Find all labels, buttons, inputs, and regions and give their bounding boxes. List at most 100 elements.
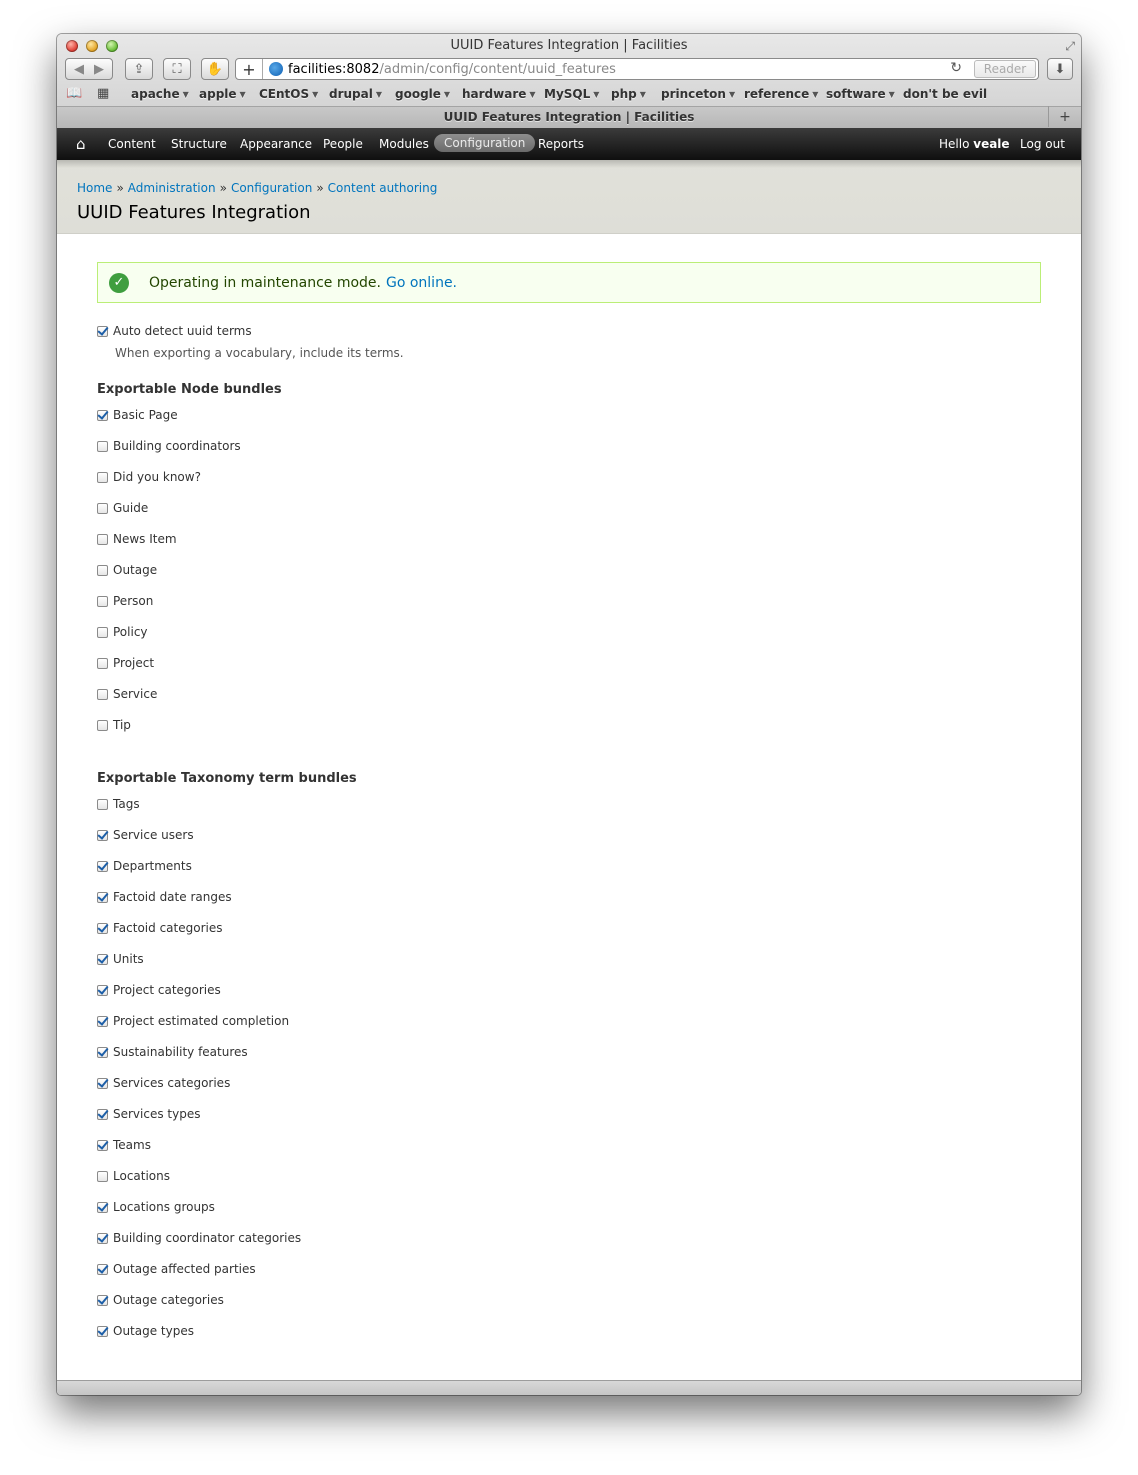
node-bundle-checkbox-building-coordinators[interactable]: [97, 441, 108, 452]
new-tab-icon[interactable]: +: [1048, 106, 1081, 127]
taxonomy-bundle-label: Tags: [113, 797, 140, 811]
bookmark-label: apple: [199, 87, 237, 101]
tab-current[interactable]: UUID Features Integration | Facilities: [57, 110, 1081, 124]
taxonomy-bundle-checkbox-factoid-categories[interactable]: [97, 923, 108, 934]
status-bar: [57, 1380, 1081, 1395]
bookmark-hardware[interactable]: hardware ▼: [462, 87, 536, 101]
taxonomy-bundle-checkbox-tags[interactable]: [97, 799, 108, 810]
bookmark-label: don't be evil: [903, 87, 988, 101]
node-bundle-label: Outage: [113, 563, 158, 577]
breadcrumb-content-authoring[interactable]: Content authoring: [328, 181, 438, 195]
logout-link[interactable]: Log out: [1020, 137, 1065, 151]
forward-icon[interactable]: ▶: [94, 62, 104, 77]
taxonomy-bundle-checkbox-project-categories[interactable]: [97, 985, 108, 996]
taxonomy-bundle-label: Outage affected parties: [113, 1262, 256, 1276]
bookmark-php[interactable]: php ▼: [611, 87, 646, 101]
node-bundle-row-tip: Tip: [97, 716, 131, 734]
admin-menu-configuration[interactable]: Configuration: [434, 134, 536, 152]
taxonomy-bundle-checkbox-units[interactable]: [97, 954, 108, 965]
taxonomy-bundle-checkbox-services-types[interactable]: [97, 1109, 108, 1120]
admin-menu-structure[interactable]: Structure: [171, 137, 227, 151]
username-link[interactable]: veale: [973, 137, 1009, 151]
breadcrumb-home[interactable]: Home: [77, 181, 112, 195]
home-icon[interactable]: ⌂: [76, 135, 86, 153]
breadcrumb-configuration[interactable]: Configuration: [231, 181, 312, 195]
admin-menu-content[interactable]: Content: [108, 137, 156, 151]
bookmark-princeton[interactable]: princeton ▼: [661, 87, 735, 101]
node-bundle-row-outage: Outage: [97, 561, 157, 579]
bookmark-apple[interactable]: apple ▼: [199, 87, 246, 101]
browser-chrome: UUID Features Integration | Facilities ⤢…: [57, 34, 1081, 129]
bookmark-google[interactable]: google ▼: [395, 87, 450, 101]
reader-button[interactable]: Reader: [974, 60, 1036, 78]
taxonomy-bundle-checkbox-factoid-date-ranges[interactable]: [97, 892, 108, 903]
taxonomy-bundle-checkbox-outage-types[interactable]: [97, 1326, 108, 1337]
reading-list-icon[interactable]: 📖: [66, 86, 82, 101]
taxonomy-bundle-checkbox-departments[interactable]: [97, 861, 108, 872]
taxonomy-bundle-label: Outage types: [113, 1324, 194, 1338]
add-bookmark-icon[interactable]: +: [236, 59, 263, 79]
admin-menu-people[interactable]: People: [323, 137, 363, 151]
node-bundle-label: Building coordinators: [113, 439, 241, 453]
node-bundle-checkbox-policy[interactable]: [97, 627, 108, 638]
node-bundle-checkbox-service[interactable]: [97, 689, 108, 700]
chevron-down-icon: ▼: [593, 90, 600, 99]
taxonomy-bundle-checkbox-locations-groups[interactable]: [97, 1202, 108, 1213]
fullscreen-icon[interactable]: ⤢: [1065, 39, 1075, 54]
downloads-button[interactable]: ⬇: [1047, 58, 1073, 80]
auto-detect-checkbox[interactable]: [97, 326, 108, 337]
breadcrumb-administration[interactable]: Administration: [128, 181, 216, 195]
taxonomy-bundle-checkbox-outage-affected-parties[interactable]: [97, 1264, 108, 1275]
bookmark-centos[interactable]: CEntOS ▼: [259, 87, 318, 101]
topsites-button[interactable]: ⛶: [163, 58, 191, 80]
node-bundle-label: Guide: [113, 501, 149, 515]
taxonomy-bundle-checkbox-services-categories[interactable]: [97, 1078, 108, 1089]
node-bundle-checkbox-outage[interactable]: [97, 565, 108, 576]
node-bundle-checkbox-guide[interactable]: [97, 503, 108, 514]
admin-menu-modules[interactable]: Modules: [379, 137, 429, 151]
bookmark-dont-be-evil[interactable]: don't be evil: [903, 87, 987, 101]
go-online-link[interactable]: Go online.: [386, 275, 457, 291]
taxonomy-bundle-checkbox-service-users[interactable]: [97, 830, 108, 841]
taxonomy-bundle-checkbox-project-estimated-completion[interactable]: [97, 1016, 108, 1027]
top-sites-grid-icon[interactable]: ▦: [97, 86, 109, 101]
taxonomy-bundle-row-project-estimated-completion: Project estimated completion: [97, 1012, 289, 1030]
taxonomy-bundle-checkbox-building-coordinator-categories[interactable]: [97, 1233, 108, 1244]
taxonomy-bundle-row-building-coordinator-categories: Building coordinator categories: [97, 1229, 301, 1247]
taxonomy-bundle-row-departments: Departments: [97, 857, 192, 875]
taxonomy-bundle-checkbox-outage-categories[interactable]: [97, 1295, 108, 1306]
node-bundle-checkbox-person[interactable]: [97, 596, 108, 607]
taxonomy-bundle-checkbox-teams[interactable]: [97, 1140, 108, 1151]
taxonomy-bundle-checkbox-locations[interactable]: [97, 1171, 108, 1182]
download-icon: ⬇: [1054, 61, 1066, 77]
admin-menu-reports[interactable]: Reports: [538, 137, 584, 151]
taxonomy-bundle-label: Building coordinator categories: [113, 1231, 302, 1245]
taxonomy-bundle-label: Teams: [113, 1138, 151, 1152]
share-button[interactable]: ⇪: [125, 58, 153, 80]
auto-detect-label: Auto detect uuid terms: [113, 324, 252, 338]
node-bundle-checkbox-basic-page[interactable]: [97, 410, 108, 421]
node-bundle-checkbox-project[interactable]: [97, 658, 108, 669]
node-bundle-checkbox-news-item[interactable]: [97, 534, 108, 545]
bookmark-mysql[interactable]: MySQL ▼: [544, 87, 599, 101]
reload-icon[interactable]: ↻: [950, 60, 962, 76]
node-bundle-checkbox-did-you-know[interactable]: [97, 472, 108, 483]
bookmarks-bar: 📖 ▦ apache ▼ apple ▼ CEntOS ▼ drupal ▼ googl…: [57, 84, 1081, 104]
privacy-button[interactable]: ✋: [201, 58, 229, 80]
bookmark-software[interactable]: software ▼: [826, 87, 895, 101]
bookmark-apache[interactable]: apache ▼: [131, 87, 189, 101]
chevron-down-icon: ▼: [728, 90, 736, 99]
taxonomy-bundle-row-units: Units: [97, 950, 144, 968]
address-bar[interactable]: + facilities:8082/admin/config/content/u…: [235, 58, 1039, 80]
node-bundle-checkbox-tip[interactable]: [97, 720, 108, 731]
bookmark-label: CEntOS: [259, 87, 310, 101]
bookmark-drupal[interactable]: drupal ▼: [329, 87, 382, 101]
admin-menu-appearance[interactable]: Appearance: [240, 137, 312, 151]
bookmark-label: reference: [744, 87, 810, 101]
admin-toolbar: ⌂ Content Structure Appearance People Mo…: [57, 128, 1081, 160]
taxonomy-bundle-checkbox-sustainability-features[interactable]: [97, 1047, 108, 1058]
taxonomy-bundle-row-project-categories: Project categories: [97, 981, 221, 999]
back-icon[interactable]: ◀: [74, 62, 84, 77]
bookmark-reference[interactable]: reference ▼: [744, 87, 818, 101]
taxonomy-bundle-label: Services types: [113, 1107, 201, 1121]
